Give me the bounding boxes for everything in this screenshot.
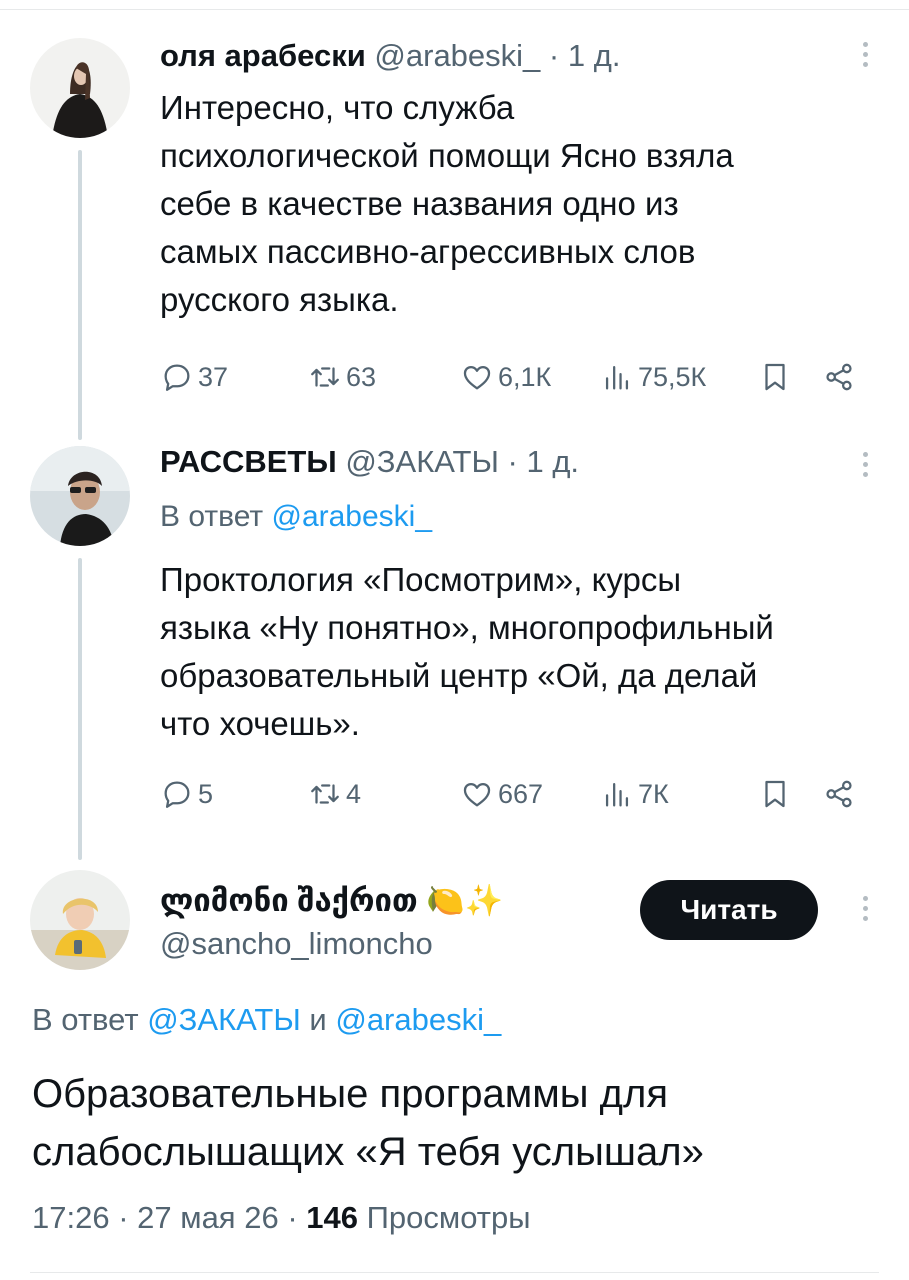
- share-icon: [826, 363, 852, 391]
- timestamp[interactable]: 1 д.: [526, 444, 579, 479]
- share-icon: [826, 780, 852, 808]
- reply-prefix: В ответ: [160, 500, 264, 533]
- bottom-divider: [30, 1272, 879, 1273]
- share-button[interactable]: [822, 774, 856, 814]
- display-name[interactable]: РАССВЕТЫ: [160, 444, 337, 479]
- mention-link[interactable]: @arabeski_: [271, 500, 432, 533]
- display-name[interactable]: оля арабески: [160, 38, 366, 73]
- more-icon[interactable]: [863, 896, 869, 926]
- avatar-limoncho[interactable]: [30, 870, 130, 970]
- avatar-zakaty[interactable]: [30, 446, 130, 546]
- avatar-arabeski[interactable]: [30, 38, 130, 138]
- bookmark-button[interactable]: [758, 774, 792, 814]
- like-button[interactable]: 667: [460, 774, 543, 814]
- tweet-header: РАССВЕТЫ @ЗАКАТЫ · 1 д.: [160, 444, 579, 480]
- retweet-icon: [311, 784, 339, 804]
- views-label[interactable]: Просмотры: [367, 1200, 531, 1235]
- text-line: Интересно, что служба: [160, 89, 515, 126]
- views-count: 7К: [638, 778, 669, 809]
- reply-icon: [164, 364, 190, 391]
- tweet-text: Проктология «Посмотрим», курсы языка «Ну…: [160, 556, 880, 748]
- views-icon: [605, 365, 629, 390]
- like-icon: [463, 365, 491, 390]
- user-handle[interactable]: @ЗАКАТЫ: [345, 444, 499, 479]
- post-date[interactable]: 27 мая 26: [137, 1200, 279, 1235]
- separator-dot: ·: [287, 1200, 298, 1235]
- reply-count: 5: [198, 778, 214, 809]
- text-line: языка «Ну понятно», многопрофильный: [160, 609, 774, 646]
- user-handle[interactable]: @arabeski_: [374, 38, 540, 73]
- retweet-button[interactable]: 63: [308, 357, 376, 397]
- text-line: Образовательные программы для: [32, 1072, 668, 1116]
- tweet-text: Интересно, что служба психологической по…: [160, 84, 880, 324]
- text-line: самых пассивно-агрессивных слов: [160, 233, 696, 270]
- text-line: образовательный центр «Ой, да делай: [160, 657, 758, 694]
- separator-dot: ·: [118, 1200, 129, 1235]
- separator-dot: ·: [548, 38, 560, 73]
- views-count: 75,5К: [638, 361, 707, 392]
- text-line: слабослышащих «Я тебя услышал»: [32, 1130, 704, 1174]
- text-line: русского языка.: [160, 281, 399, 318]
- views-icon: [605, 782, 629, 807]
- tweet-header: оля арабески @arabeski_ · 1 д.: [160, 38, 620, 74]
- like-icon: [463, 782, 491, 807]
- reply-icon: [164, 781, 190, 808]
- retweet-count: 63: [346, 361, 377, 392]
- reply-prefix: В ответ: [32, 1002, 139, 1037]
- action-bar: 5 4 667 7К: [160, 774, 860, 814]
- tweet-arabeski[interactable]: оля арабески @arabeski_ · 1 д. Интересно…: [0, 0, 909, 440]
- display-name[interactable]: ლიმონი შაქრით 🍋✨: [160, 883, 503, 918]
- tweet-zakaty[interactable]: РАССВЕТЫ @ЗАКАТЫ · 1 д. В ответ @arabesk…: [0, 440, 909, 860]
- views-button[interactable]: 75,5К: [600, 357, 706, 397]
- mention-link[interactable]: @arabeski_: [335, 1002, 501, 1037]
- more-icon[interactable]: [863, 452, 869, 482]
- retweet-count: 4: [346, 778, 362, 809]
- user-handle[interactable]: @sancho_limoncho: [160, 926, 433, 961]
- separator-dot: ·: [507, 444, 518, 479]
- post-time[interactable]: 17:26: [32, 1200, 110, 1235]
- reply-context: В ответ @arabeski_: [160, 500, 432, 534]
- main-display-name-row: ლიმონი შაქრით 🍋✨: [160, 882, 503, 919]
- follow-button[interactable]: Читать: [640, 880, 818, 940]
- main-handle-row: @sancho_limoncho: [160, 926, 433, 962]
- more-icon[interactable]: [863, 42, 869, 72]
- thread-line: [78, 150, 82, 440]
- reply-button[interactable]: 37: [160, 357, 228, 397]
- reply-and: и: [309, 1002, 327, 1037]
- mention-link[interactable]: @ЗАКАТЫ: [147, 1002, 301, 1037]
- retweet-icon: [311, 367, 339, 387]
- views-button[interactable]: 7К: [600, 774, 669, 814]
- action-bar: 37 63 6,1К 75,5К: [160, 357, 860, 397]
- share-button[interactable]: [822, 357, 856, 397]
- text-line: себе в качестве названия одно из: [160, 185, 679, 222]
- text-line: Проктология «Посмотрим», курсы: [160, 561, 682, 598]
- retweet-button[interactable]: 4: [308, 774, 361, 814]
- views-count: 146: [306, 1200, 358, 1235]
- reply-button[interactable]: 5: [160, 774, 213, 814]
- like-count: 667: [498, 778, 544, 809]
- bookmark-button[interactable]: [758, 357, 792, 397]
- reply-context: В ответ @ЗАКАТЫ и @arabeski_: [32, 1002, 501, 1038]
- reply-count: 37: [198, 361, 229, 392]
- tweet-meta: 17:26 · 27 мая 26 · 146 Просмотры: [32, 1200, 530, 1236]
- like-count: 6,1К: [498, 361, 552, 392]
- bookmark-icon: [765, 780, 785, 808]
- thread-line: [78, 558, 82, 860]
- bookmark-icon: [765, 363, 785, 391]
- main-tweet-text: Образовательные программы для слабослыша…: [32, 1065, 872, 1181]
- text-line: что хочешь».: [160, 705, 360, 742]
- text-line: психологической помощи Ясно взяла: [160, 137, 734, 174]
- timestamp[interactable]: 1 д.: [568, 38, 621, 73]
- like-button[interactable]: 6,1К: [460, 357, 551, 397]
